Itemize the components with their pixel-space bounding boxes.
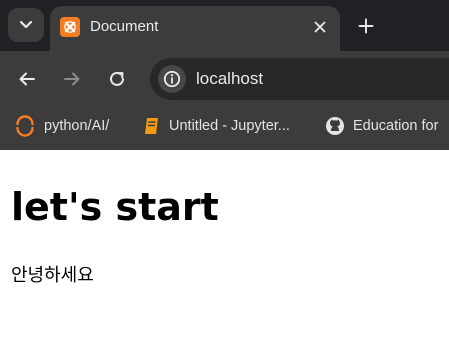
url-text[interactable]: localhost [196,69,263,89]
xampp-icon [60,17,80,37]
address-bar[interactable]: localhost [150,58,449,100]
plus-icon [358,18,374,34]
spinner-icon [16,115,34,137]
bookmark-label: Education for [353,118,439,134]
close-icon [314,21,326,33]
forward-button[interactable] [57,64,87,94]
bookmark-label: Untitled - Jupyter... [169,118,290,134]
github-icon [326,117,344,135]
jupyter-book-icon [145,118,158,134]
site-info-icon [163,70,181,88]
new-tab-button[interactable] [352,12,380,40]
reload-icon [110,71,124,86]
bookmark-label: python/AI/ [44,118,110,134]
tab-search-button[interactable] [8,8,44,42]
tab-title: Document [90,18,159,35]
bookmark-education[interactable]: Education for [325,114,438,138]
tab-document[interactable]: Document [50,6,340,51]
reload-button[interactable] [102,64,132,94]
chevron-down-icon [19,20,33,29]
bookmark-jupyter[interactable]: Untitled - Jupyter... [143,114,290,138]
page-paragraph: 안녕하세요 [11,265,94,286]
close-tab-button[interactable] [308,15,332,39]
tab-strip: Document [0,0,449,51]
page-heading: let's start [11,185,219,229]
site-info-button[interactable] [158,65,186,93]
bookmark-python-ai[interactable]: python/AI/ [14,114,109,138]
back-button[interactable] [12,64,42,94]
arrow-right-icon [64,72,80,86]
arrow-left-icon [19,72,35,86]
browser-chrome: Document localhost python/AI/ Untitled -… [0,0,449,150]
page-content: let's start 안녕하세요 [0,150,449,341]
